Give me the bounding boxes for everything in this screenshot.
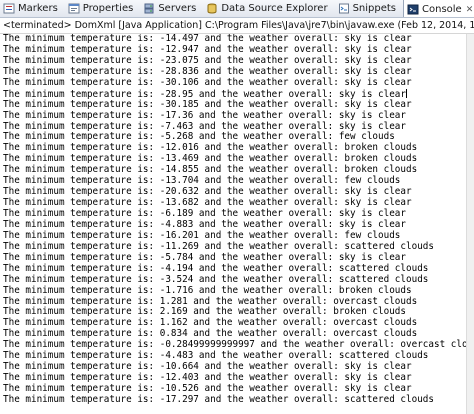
data-source-explorer-icon: [206, 3, 218, 14]
tab-label: Snippets: [352, 3, 397, 14]
close-icon[interactable]: ✕: [466, 5, 474, 15]
tab-label: Properties: [82, 3, 134, 14]
console-output[interactable]: The minimum temperature is: -14.497 and …: [0, 34, 466, 414]
tab-console[interactable]: Console ✕: [403, 0, 474, 17]
servers-icon: [143, 3, 155, 14]
tab-markers[interactable]: Markers: [0, 0, 65, 17]
console-line: The minimum temperature is: -17.297 and …: [3, 393, 434, 405]
tab-label: Markers: [18, 3, 58, 14]
tab-snippets[interactable]: Snippets: [335, 0, 403, 17]
console-status-line: <terminated> DomXml [Java Application] C…: [0, 18, 474, 34]
tab-servers[interactable]: Servers: [140, 0, 203, 17]
console-line: The minimum temperature is: -4.194 and t…: [3, 262, 429, 274]
console-line: The minimum temperature is: -3.524 and t…: [3, 273, 429, 285]
tab-properties[interactable]: Properties: [65, 0, 141, 17]
snippets-icon: [338, 3, 350, 14]
console-vertical-scrollbar[interactable]: [466, 34, 474, 414]
console-line: The minimum temperature is: -30.185 and …: [3, 98, 412, 110]
properties-icon: [68, 3, 80, 14]
console-line: The minimum temperature is: -17.36 and t…: [3, 109, 406, 121]
tab-label: Data Source Explorer: [221, 3, 328, 14]
console-line: The minimum temperature is: -28.95 and t…: [3, 88, 407, 100]
tab-data-source-explorer[interactable]: Data Source Explorer: [203, 0, 334, 17]
markers-icon: [3, 3, 15, 14]
tab-label: Console: [422, 4, 462, 15]
console-line: The minimum temperature is: -30.106 and …: [3, 76, 412, 88]
tab-label: Servers: [158, 3, 197, 14]
console-line: The minimum temperature is: -1.716 and t…: [3, 284, 412, 296]
text-cursor: [406, 88, 407, 98]
console-icon: [407, 4, 419, 15]
view-tab-bar: Markers Properties Servers Data Source Expl…: [0, 0, 474, 18]
